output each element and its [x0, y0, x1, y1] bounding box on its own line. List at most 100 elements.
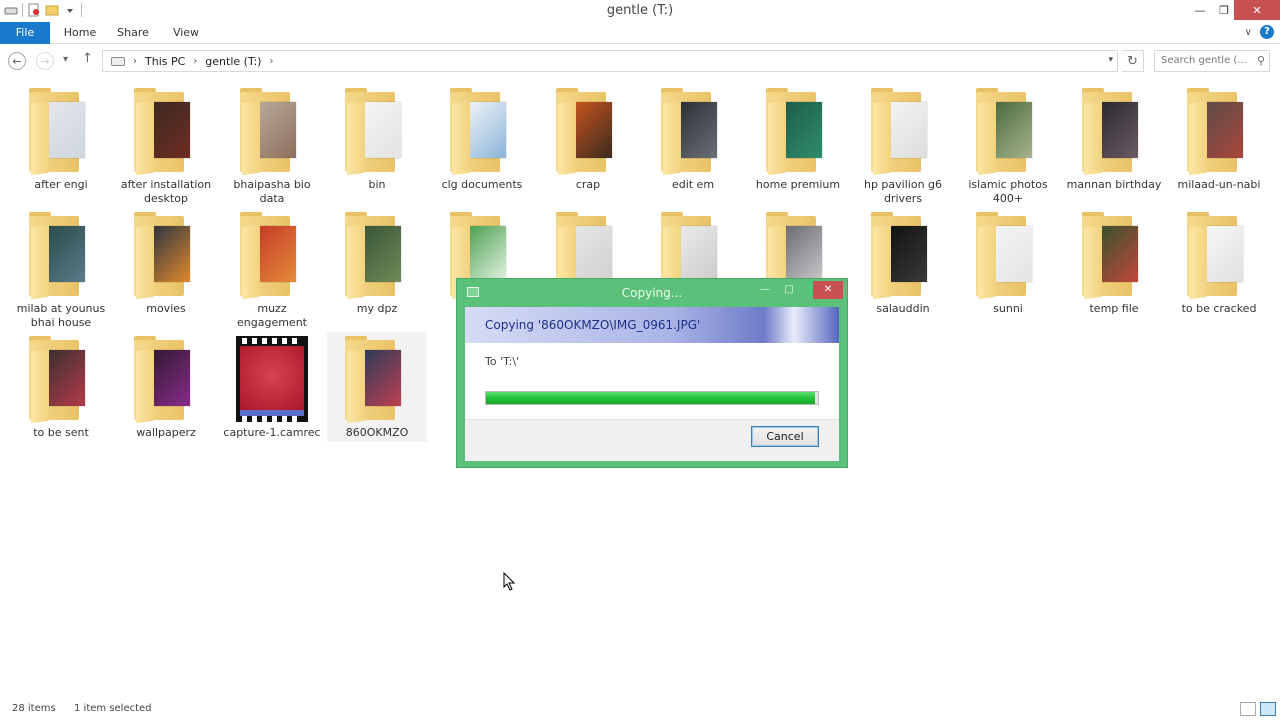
- folder-icon: [25, 208, 97, 300]
- folder-icon: [341, 84, 413, 176]
- folder-icon: [762, 84, 834, 176]
- tab-file[interactable]: File: [0, 22, 50, 44]
- chevron-right-icon[interactable]: ›: [133, 56, 137, 67]
- back-button[interactable]: ←: [8, 52, 26, 70]
- folder-icon: [130, 84, 202, 176]
- video-thumbnail-icon: [236, 332, 308, 424]
- expand-ribbon-icon[interactable]: ∨: [1245, 27, 1252, 38]
- close-button[interactable]: ✕: [1234, 0, 1280, 20]
- navigation-bar: ← → ▾ ↑ › This PC › gentle (T:) › ▾ ↻ Se…: [0, 46, 1280, 76]
- dialog-close-button[interactable]: ✕: [813, 281, 843, 299]
- chevron-right-icon[interactable]: ›: [193, 56, 197, 67]
- folder-item[interactable]: my dpz: [327, 208, 427, 316]
- copy-dialog: Copying... — □ ✕ Copying '860OKMZO\IMG_0…: [456, 278, 848, 468]
- tab-share[interactable]: Share: [112, 22, 154, 44]
- folder-item[interactable]: movies: [116, 208, 216, 316]
- up-button[interactable]: ↑: [82, 51, 93, 66]
- video-file-item[interactable]: capture-1.camrec: [222, 332, 322, 440]
- folder-item[interactable]: milab at younus bhai house: [11, 208, 111, 330]
- item-count: 28 items: [12, 703, 56, 714]
- folder-icon: [236, 208, 308, 300]
- folder-item[interactable]: clg documents: [432, 84, 532, 192]
- dialog-minimize-button[interactable]: —: [753, 281, 777, 299]
- folder-item[interactable]: islamic photos 400+: [958, 84, 1058, 206]
- dialog-footer: Cancel: [465, 419, 839, 461]
- forward-button[interactable]: →: [36, 52, 54, 70]
- item-label: after installation desktop: [120, 178, 212, 205]
- breadcrumb-drive[interactable]: gentle (T:): [205, 55, 261, 68]
- dialog-title-bar[interactable]: Copying... — □ ✕: [457, 279, 847, 307]
- folder-icon: [867, 208, 939, 300]
- item-label: temp file: [1089, 302, 1139, 315]
- folder-icon: [341, 208, 413, 300]
- folder-item[interactable]: temp file: [1064, 208, 1164, 316]
- folder-item[interactable]: after engi: [11, 84, 111, 192]
- search-input[interactable]: Search gentle (... ⚲: [1154, 50, 1270, 72]
- folder-item[interactable]: to be cracked: [1169, 208, 1269, 316]
- tab-home[interactable]: Home: [60, 22, 100, 44]
- address-dropdown-icon[interactable]: ▾: [1108, 55, 1113, 65]
- mouse-cursor-icon: [503, 571, 517, 592]
- item-label: movies: [146, 302, 186, 315]
- item-label: milaad-un-nabi: [1177, 178, 1261, 191]
- item-label: capture-1.camrec: [223, 426, 321, 439]
- folder-icon: [1078, 208, 1150, 300]
- large-icons-view-button[interactable]: [1260, 702, 1276, 716]
- item-label: wallpaperz: [136, 426, 196, 439]
- details-view-button[interactable]: [1240, 702, 1256, 716]
- ribbon-help-area: ∨ ?: [1245, 25, 1274, 39]
- folder-icon: [552, 84, 624, 176]
- item-label: salauddin: [876, 302, 930, 315]
- copying-heading: Copying '860OKMZO\IMG_0961.JPG': [485, 318, 701, 332]
- item-label: hp pavilion g6 drivers: [863, 178, 943, 205]
- progress-fill: [486, 392, 815, 404]
- breadcrumb-this-pc[interactable]: This PC: [145, 55, 185, 68]
- folder-item[interactable]: 860OKMZO: [327, 332, 427, 442]
- folder-item[interactable]: hp pavilion g6 drivers: [853, 84, 953, 206]
- folder-item[interactable]: mannan birthday: [1064, 84, 1164, 192]
- item-label: muzz engagement: [237, 302, 307, 329]
- item-label: home premium: [755, 178, 841, 191]
- folder-item[interactable]: bin: [327, 84, 427, 192]
- folder-icon: [1183, 208, 1255, 300]
- folder-icon: [972, 208, 1044, 300]
- folder-icon: [25, 332, 97, 424]
- item-label: bin: [368, 178, 386, 191]
- folder-item[interactable]: salauddin: [853, 208, 953, 316]
- folder-icon: [236, 84, 308, 176]
- address-bar[interactable]: › This PC › gentle (T:) › ▾: [102, 50, 1118, 72]
- item-label: to be sent: [33, 426, 89, 439]
- title-bar: gentle (T:) — ❐ ✕: [0, 0, 1280, 22]
- this-pc-icon: [111, 56, 125, 66]
- folder-item[interactable]: milaad-un-nabi: [1169, 84, 1269, 192]
- recent-locations-icon[interactable]: ▾: [63, 54, 68, 65]
- folder-item[interactable]: wallpaperz: [116, 332, 216, 440]
- item-label: my dpz: [356, 302, 398, 315]
- help-icon[interactable]: ?: [1260, 25, 1274, 39]
- item-label: to be cracked: [1181, 302, 1257, 315]
- tab-view[interactable]: View: [166, 22, 206, 44]
- folder-item[interactable]: muzz engagement: [222, 208, 322, 330]
- folder-item[interactable]: home premium: [748, 84, 848, 192]
- folder-item[interactable]: edit em: [643, 84, 743, 192]
- dialog-body: Copying '860OKMZO\IMG_0961.JPG' To 'T:\'…: [465, 307, 839, 461]
- item-label: edit em: [671, 178, 715, 191]
- folder-item[interactable]: to be sent: [11, 332, 111, 440]
- folder-item[interactable]: crap: [538, 84, 638, 192]
- item-label: crap: [575, 178, 601, 191]
- cancel-button[interactable]: Cancel: [751, 426, 819, 447]
- folder-icon: [446, 84, 518, 176]
- item-label: milab at younus bhai house: [16, 302, 106, 329]
- chevron-right-icon[interactable]: ›: [269, 56, 273, 67]
- item-label: sunni: [993, 302, 1023, 315]
- folder-item[interactable]: bhaipasha bio data: [222, 84, 322, 206]
- folder-item[interactable]: after installation desktop: [116, 84, 216, 206]
- destination-text: To 'T:\': [485, 355, 520, 368]
- refresh-button[interactable]: ↻: [1122, 50, 1144, 72]
- search-icon[interactable]: ⚲: [1257, 54, 1265, 67]
- status-bar: 28 items 1 item selected: [0, 700, 1280, 720]
- dialog-maximize-button[interactable]: □: [777, 281, 801, 299]
- folder-item[interactable]: sunni: [958, 208, 1058, 316]
- folder-icon: [972, 84, 1044, 176]
- item-label: 860OKMZO: [345, 426, 409, 439]
